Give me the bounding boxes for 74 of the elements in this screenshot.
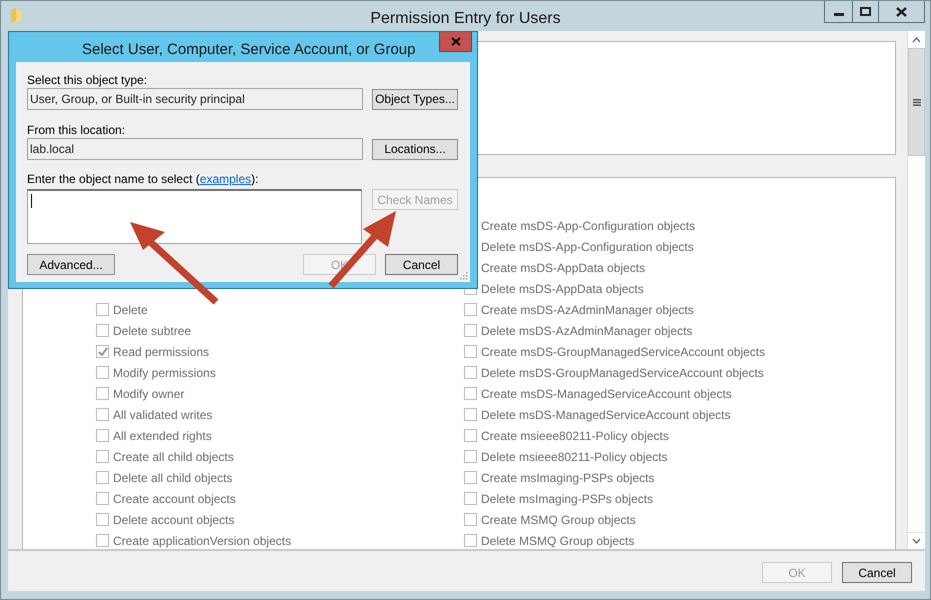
object-name-field[interactable]	[27, 189, 362, 244]
maximize-icon	[860, 7, 871, 16]
checkbox-label: Delete all child objects	[113, 470, 232, 486]
dialog-button[interactable]: Cancel	[385, 254, 458, 275]
checkbox[interactable]	[96, 345, 109, 358]
checkbox[interactable]	[96, 450, 109, 463]
advanced-button[interactable]: Advanced...	[27, 254, 115, 275]
checkbox[interactable]	[96, 429, 109, 442]
dialog-title: Select User, Computer, Service Account, or Group	[82, 40, 416, 60]
checkbox-label: Create msDS-GroupManagedServiceAccount objects	[481, 344, 766, 360]
readonly-field: lab.local	[27, 138, 363, 160]
close-icon	[450, 37, 460, 46]
object-types-button[interactable]: Object Types...	[372, 88, 458, 110]
checkbox-label: Create msDS-App-Configuration objects	[481, 218, 696, 234]
footer-button[interactable]: Cancel	[842, 562, 912, 583]
checkbox-label: Delete msDS-AppData objects	[481, 280, 644, 298]
resize-grip-icon[interactable]	[460, 272, 468, 280]
checkbox[interactable]	[96, 513, 109, 526]
checkbox-label: Create all child objects	[113, 448, 234, 466]
examples-link[interactable]: examples	[200, 172, 252, 186]
folder-icon	[10, 8, 23, 23]
checkbox[interactable]	[464, 471, 477, 484]
checkbox-label: Create msDS-AzAdminManager objects	[481, 302, 694, 318]
checkbox-label: Delete msDS-App-Configuration objects	[481, 238, 694, 256]
checkbox-label: All validated writes	[113, 406, 212, 424]
close-icon	[896, 6, 907, 16]
checkbox[interactable]	[464, 408, 477, 421]
checkbox[interactable]	[96, 303, 109, 316]
window-title: Permission Entry for Users	[370, 10, 561, 27]
checkbox-label: Delete account objects	[113, 512, 234, 528]
scrollbar[interactable]	[907, 31, 925, 549]
checkbox-label: Create msImaging-PSPs objects	[481, 470, 654, 486]
checkbox[interactable]	[96, 408, 109, 421]
checkbox[interactable]	[464, 387, 477, 400]
checkbox-label: Delete msDS-ManagedServiceAccount objects	[481, 406, 730, 424]
checkbox-label: Delete msImaging-PSPs objects	[481, 490, 654, 508]
field-label: From this location:	[27, 122, 126, 138]
checkbox[interactable]	[96, 471, 109, 484]
checkbox-label: Create msDS-AppData objects	[481, 260, 646, 276]
checkbox[interactable]	[96, 534, 109, 547]
checkbox-label: Delete msDS-AzAdminManager objects	[481, 322, 692, 340]
checkbox[interactable]	[464, 492, 477, 505]
checkbox[interactable]	[96, 492, 109, 505]
checkbox-label: Modify permissions	[113, 364, 216, 382]
checkbox[interactable]	[464, 513, 477, 526]
field-label: Enter the object name to select (examples):	[27, 171, 260, 187]
checkbox[interactable]	[464, 429, 477, 442]
checkbox-label: Create msDS-ManagedServiceAccount objects	[481, 386, 732, 402]
checkbox-label: All extended rights	[113, 428, 212, 444]
checkbox[interactable]	[464, 450, 477, 463]
checkbox-label: Delete	[113, 302, 148, 318]
checkbox-label: Create msieee80211-Policy objects	[481, 428, 669, 444]
checkbox-label: Create applicationVersion objects	[113, 532, 292, 549]
checkbox-label: Delete msDS-GroupManagedServiceAccount objects	[481, 364, 764, 382]
checkbox[interactable]	[464, 366, 477, 379]
checkbox-label: Read permissions	[113, 344, 210, 360]
checkbox-label: Modify owner	[113, 386, 184, 402]
checkbox-label: Delete msieee80211-Policy objects	[481, 448, 668, 466]
field-label: Select this object type:	[27, 72, 148, 88]
locations-button[interactable]: Locations...	[372, 138, 458, 160]
minimize-icon	[834, 13, 844, 16]
readonly-field: User, Group, or Built-in security principal	[27, 88, 363, 110]
checkbox-label: Delete subtree	[113, 322, 192, 340]
checkbox-label: Create MSMQ Group objects	[481, 512, 636, 528]
checkbox-label: Delete MSMQ Group objects	[481, 532, 634, 549]
checkbox[interactable]	[96, 324, 109, 337]
checkbox[interactable]	[96, 387, 109, 400]
scroll-thumb[interactable]	[908, 48, 925, 156]
checkbox[interactable]	[464, 534, 477, 547]
checkbox[interactable]	[464, 324, 477, 337]
checkbox-label: Create account objects	[113, 490, 236, 508]
checkbox[interactable]	[464, 345, 477, 358]
checkbox[interactable]	[464, 303, 477, 316]
checkbox[interactable]	[96, 366, 109, 379]
